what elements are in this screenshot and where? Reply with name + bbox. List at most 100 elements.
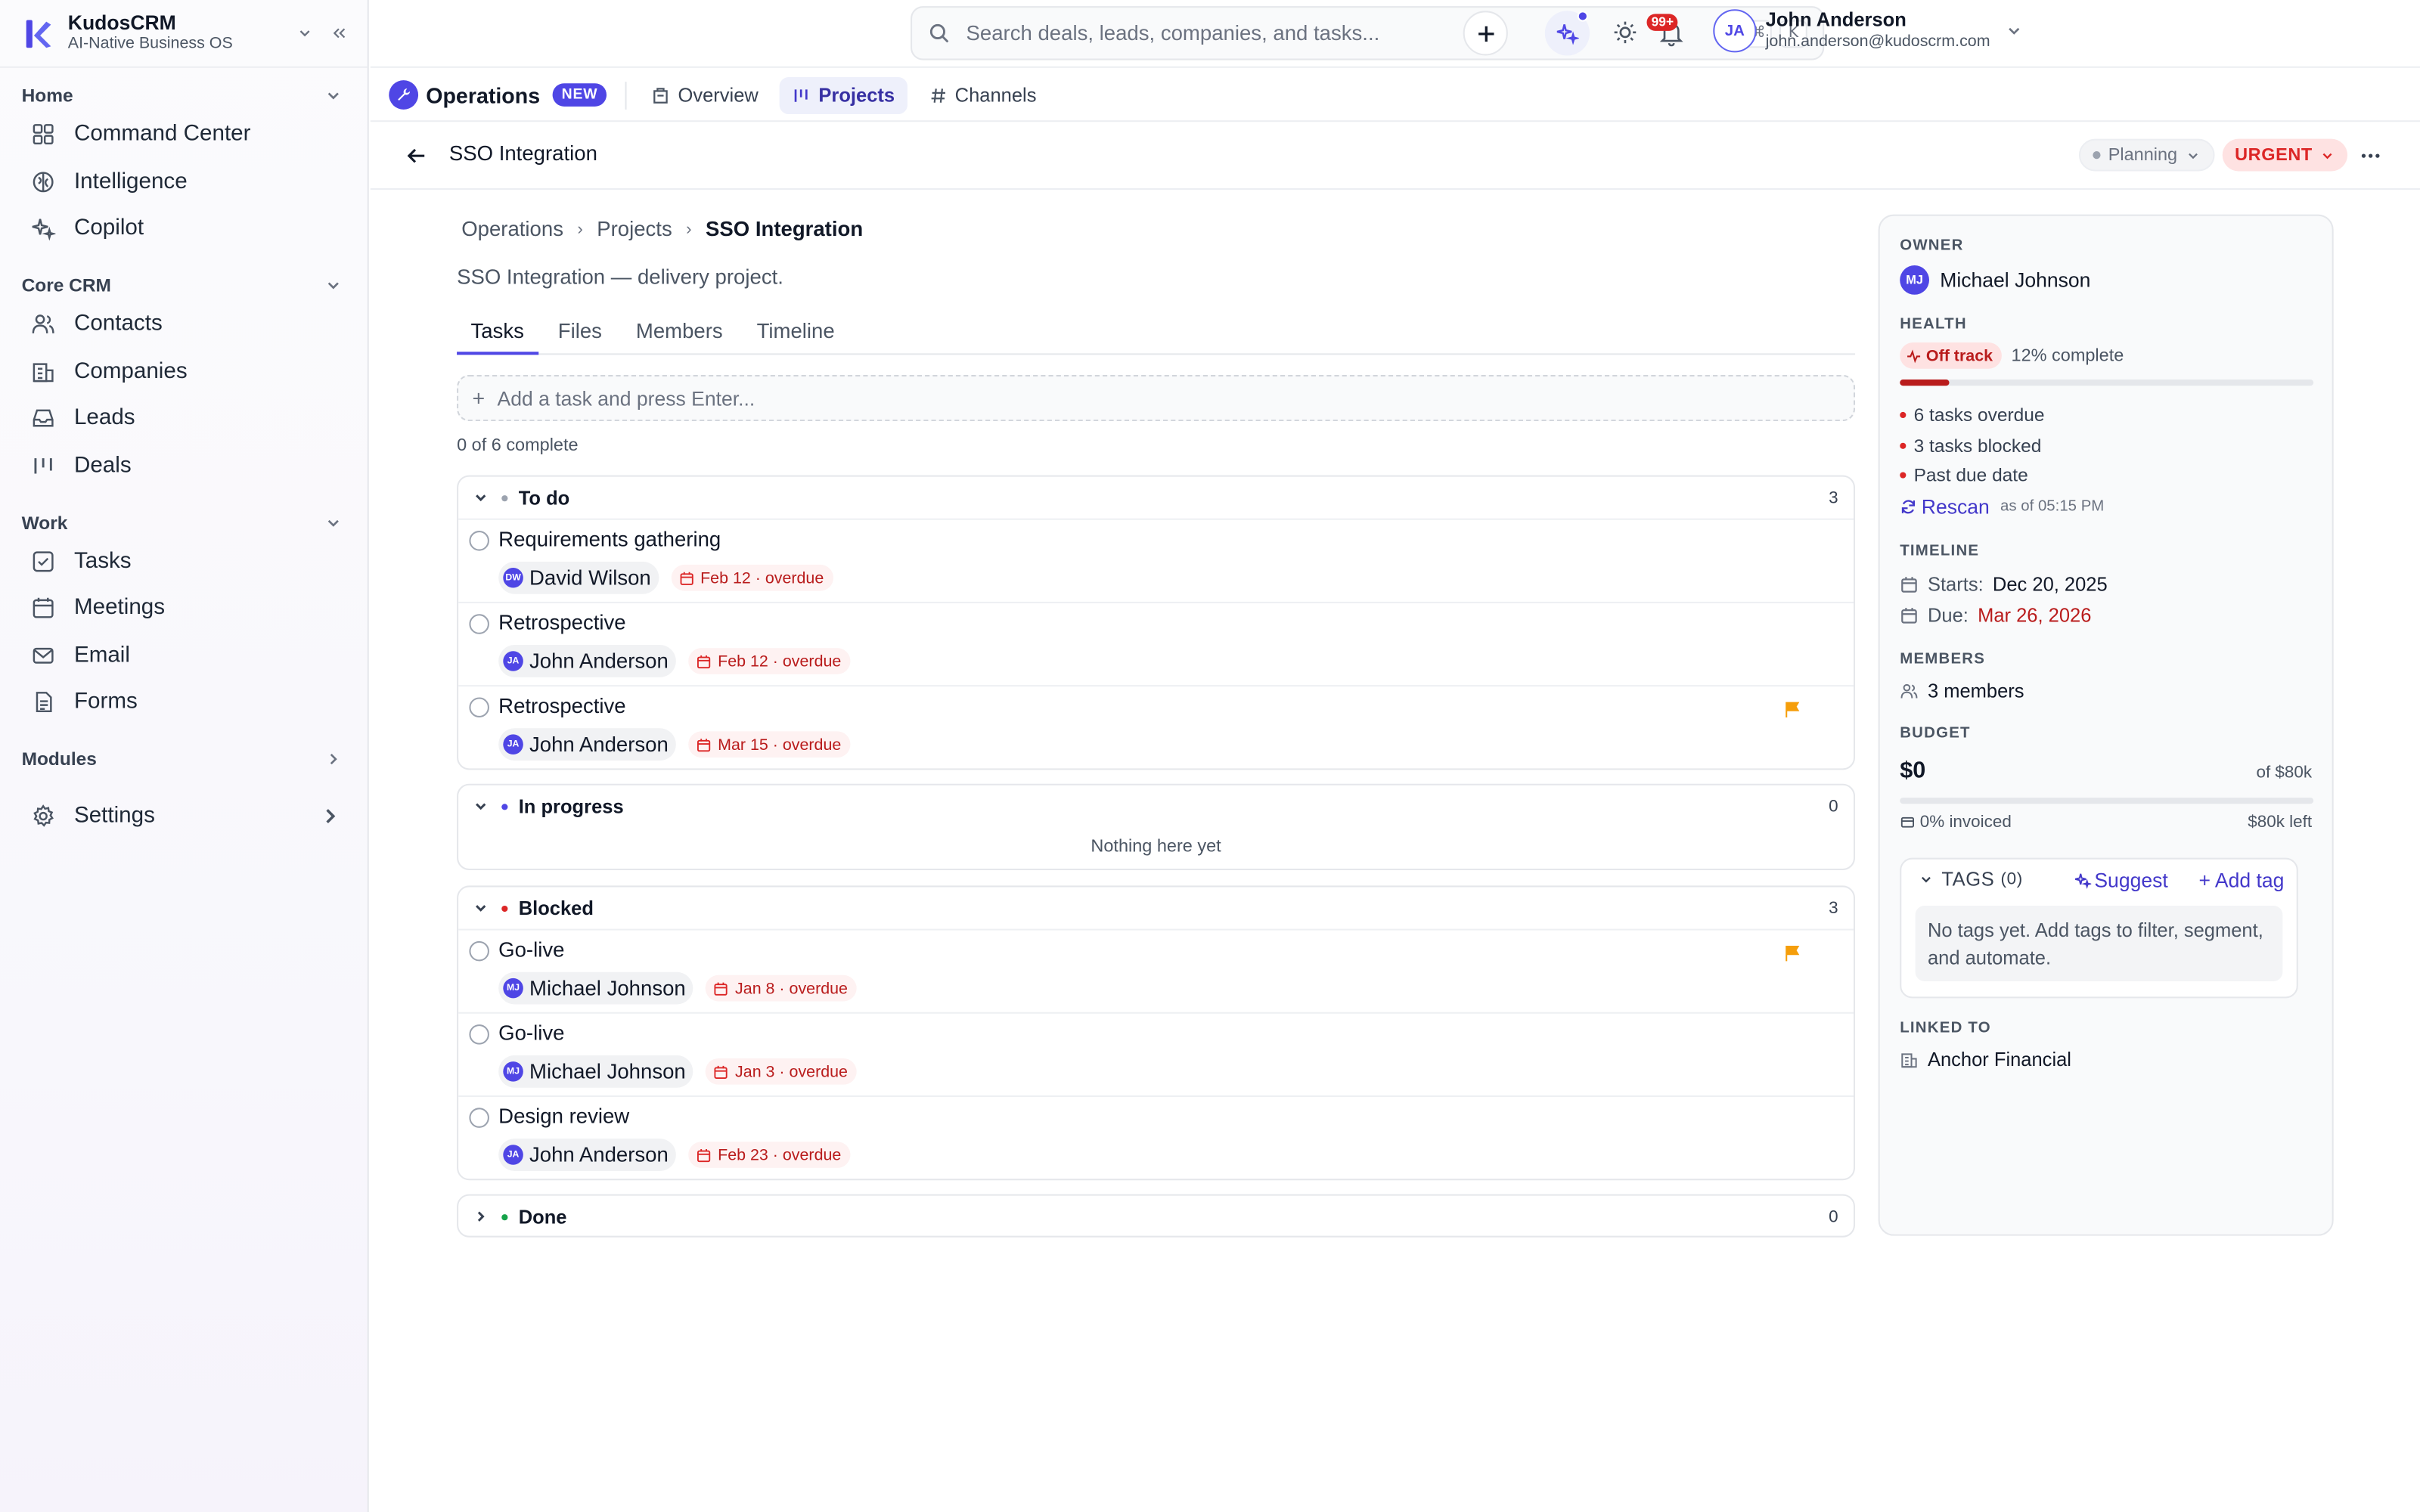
users-icon <box>1900 683 1918 699</box>
user-menu[interactable]: JA John Anderson john.anderson@kudoscrm.… <box>1713 8 2024 53</box>
task-due-date[interactable]: Mar 15 · overdue <box>688 731 851 758</box>
task-group-header[interactable]: Done 0 <box>458 1196 1854 1238</box>
task-title[interactable]: Go-live <box>498 938 564 962</box>
flag-icon[interactable] <box>1782 944 1801 962</box>
rescan-button[interactable]: Rescan as of 05:15 PM <box>1900 495 2104 519</box>
task-assignee[interactable]: JA John Anderson <box>498 728 677 761</box>
assignee-name: Michael Johnson <box>529 1060 686 1083</box>
avatar: JA <box>503 651 523 671</box>
back-arrow-icon[interactable] <box>405 144 430 169</box>
task-checkbox[interactable] <box>469 531 489 551</box>
task-title[interactable]: Retrospective <box>498 694 625 717</box>
task-group-header[interactable]: In progress 0 <box>458 785 1854 827</box>
task-row[interactable]: Go-live MJ Michael Johnson Jan 8 · overdu… <box>458 928 1854 1012</box>
tab-tasks[interactable]: Tasks <box>457 314 538 355</box>
kudos-logo-icon[interactable] <box>22 16 56 50</box>
health-status: Off track <box>1925 346 1993 365</box>
priority-dropdown[interactable]: URGENT <box>2222 138 2348 172</box>
task-assignee[interactable]: DW David Wilson <box>498 561 659 594</box>
sidebar-item-settings[interactable]: Settings <box>22 794 352 841</box>
task-assignee[interactable]: JA John Anderson <box>498 1139 677 1171</box>
task-row[interactable]: Retrospective JA John Anderson Mar 15 · o… <box>458 685 1854 768</box>
avatar: DW <box>503 568 523 588</box>
ai-assistant-button[interactable] <box>1544 11 1590 56</box>
task-assignee[interactable]: MJ Michael Johnson <box>498 971 693 1005</box>
section-title: Work <box>21 512 68 534</box>
tab-files[interactable]: Files <box>544 314 616 355</box>
suggest-tags-button[interactable]: Suggest <box>2074 869 2168 892</box>
task-due-date[interactable]: Feb 23 · overdue <box>688 1142 851 1168</box>
nav-section-header[interactable]: Core CRM <box>22 270 352 301</box>
task-row[interactable]: Design review JA John Anderson Feb 23 · o… <box>458 1095 1854 1179</box>
add-task-input[interactable]: + Add a task and press Enter... <box>457 374 1856 422</box>
grid-icon <box>33 124 54 145</box>
building-icon <box>33 362 54 382</box>
timeline-due[interactable]: Due: Mar 26, 2026 <box>1900 605 2091 627</box>
task-row[interactable]: Requirements gathering DW David Wilson Fe… <box>458 518 1854 602</box>
task-assignee[interactable]: JA John Anderson <box>498 645 677 677</box>
task-checkbox[interactable] <box>469 1108 489 1128</box>
nav-section-modules[interactable]: Modules <box>22 744 352 775</box>
tab-overview[interactable]: Overview <box>639 76 771 113</box>
tab-timeline[interactable]: Timeline <box>743 314 849 355</box>
sidebar-item-copilot[interactable]: Copilot <box>22 205 352 252</box>
task-checkbox[interactable] <box>469 614 489 634</box>
sidebar-item-meetings[interactable]: Meetings <box>22 585 352 632</box>
breadcrumb-link-projects[interactable]: Projects <box>597 218 672 241</box>
invoiced-status: 0% invoiced <box>1900 813 2012 832</box>
sidebar-item-email[interactable]: Email <box>22 632 352 679</box>
breadcrumb-link-operations[interactable]: Operations <box>461 218 563 241</box>
task-checkbox[interactable] <box>469 697 489 717</box>
sidebar-item-forms[interactable]: Forms <box>22 679 352 726</box>
create-new-button[interactable] <box>1463 11 1508 56</box>
members-count[interactable]: 3 members <box>1900 680 2024 702</box>
user-name: John Anderson <box>1765 8 1907 31</box>
task-row[interactable]: Retrospective JA John Anderson Feb 12 · o… <box>458 601 1854 685</box>
add-tag-button[interactable]: + Add tag <box>2199 869 2285 892</box>
sidebar-item-command-center[interactable]: Command Center <box>22 111 352 158</box>
sidebar-item-leads[interactable]: Leads <box>22 395 352 442</box>
tab-members[interactable]: Members <box>622 314 737 355</box>
task-row[interactable]: Go-live MJ Michael Johnson Jan 3 · overdu… <box>458 1012 1854 1095</box>
task-assignee[interactable]: MJ Michael Johnson <box>498 1055 693 1088</box>
task-group-header[interactable]: Blocked 3 <box>458 887 1854 928</box>
tab-projects[interactable]: Projects <box>780 76 908 113</box>
global-search[interactable]: Search deals, leads, companies, and task… <box>911 6 1825 60</box>
task-group-header[interactable]: To do 3 <box>458 477 1854 519</box>
workspace-chevron-down-icon[interactable] <box>290 20 318 48</box>
collapse-sidebar-icon[interactable] <box>324 20 352 48</box>
page-header: SSO Integration Planning URGENT <box>370 123 2420 191</box>
task-due-date[interactable]: Feb 12 · overdue <box>688 648 851 674</box>
task-title[interactable]: Go-live <box>498 1021 564 1045</box>
theme-toggle-sun-icon[interactable] <box>1612 18 1640 46</box>
timeline-start[interactable]: Starts: Dec 20, 2025 <box>1900 574 2108 596</box>
task-title[interactable]: Retrospective <box>498 611 625 634</box>
task-due-date[interactable]: Feb 12 · overdue <box>671 564 833 591</box>
more-options-icon[interactable] <box>2358 144 2383 169</box>
chevron-down-icon <box>327 92 339 100</box>
nav-section-header[interactable]: Home <box>22 80 352 111</box>
task-title[interactable]: Design review <box>498 1105 629 1128</box>
sidebar-item-tasks[interactable]: Tasks <box>22 538 352 585</box>
task-checkbox[interactable] <box>469 1024 489 1045</box>
project-owner[interactable]: MJ Michael Johnson <box>1900 265 2090 295</box>
sidebar-item-intelligence[interactable]: Intelligence <box>22 158 352 205</box>
sidebar-item-companies[interactable]: Companies <box>22 348 352 395</box>
due-date: Mar 26, 2026 <box>1978 604 2092 627</box>
issue-dot <box>1900 411 1907 419</box>
inbox-icon <box>33 409 54 427</box>
tab-channels[interactable]: Channels <box>917 76 1049 113</box>
linked-name: Anchor Financial <box>1927 1049 2071 1071</box>
status-dropdown[interactable]: Planning <box>2078 138 2215 172</box>
flag-icon[interactable] <box>1782 701 1801 719</box>
sidebar-item-contacts[interactable]: Contacts <box>22 301 352 348</box>
task-title[interactable]: Requirements gathering <box>498 528 721 551</box>
task-due-date[interactable]: Jan 3 · overdue <box>706 1058 858 1085</box>
nav-section-header[interactable]: Work <box>22 507 352 538</box>
linked-company[interactable]: Anchor Financial <box>1900 1049 2071 1071</box>
assignee-name: David Wilson <box>529 565 651 590</box>
task-checkbox[interactable] <box>469 940 489 962</box>
task-due-date[interactable]: Jan 8 · overdue <box>706 974 858 1002</box>
sidebar-item-deals[interactable]: Deals <box>22 442 352 488</box>
tags-header[interactable]: TAGS (0) <box>1919 869 2023 891</box>
